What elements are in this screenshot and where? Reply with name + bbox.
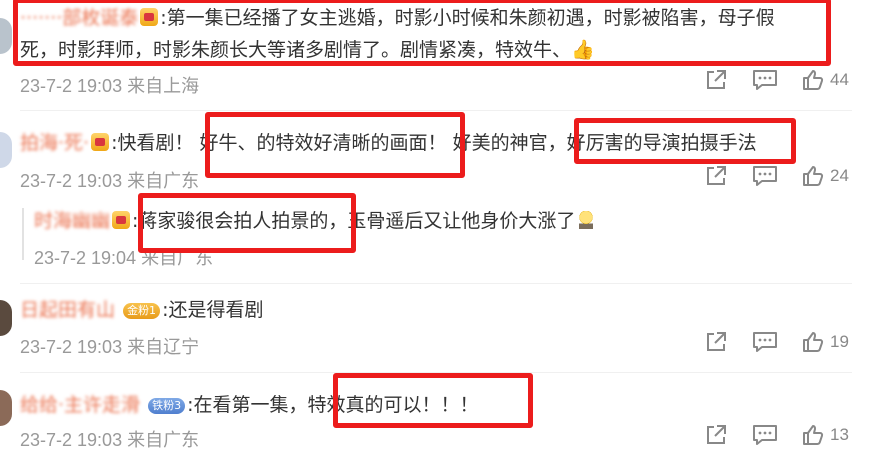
comment-text-highlighted: 好牛、的特效好清晰的画面！: [199, 132, 447, 154]
avatar[interactable]: [0, 300, 12, 336]
share-icon: [707, 70, 726, 89]
thumbs-up-icon: [803, 332, 824, 352]
timestamp: 23-7-2 19:03: [20, 171, 123, 191]
comment-text-line: 给给·主许走滑 铁粉3:在看第一集，特效真的可以！！！: [20, 393, 479, 417]
avatar[interactable]: [0, 390, 12, 426]
username[interactable]: 给给·主许走滑: [20, 394, 140, 416]
comment-text-highlighted: :蒋家骏很会拍人拍景的: [132, 210, 329, 232]
location: 来自上海: [127, 76, 200, 96]
divider: [20, 110, 852, 111]
comment-actions: 13: [704, 423, 852, 447]
timestamp: 23-7-2 19:04: [34, 248, 137, 268]
username[interactable]: 拍海·死·: [20, 132, 89, 154]
comment-meta: 23-7-2 19:03 来自广东: [20, 167, 199, 193]
timestamp: 23-7-2 19:03: [20, 430, 123, 450]
comment-actions: 24: [704, 164, 852, 188]
comment-meta: 23-7-2 19:03 来自广东: [20, 426, 199, 452]
comment-button[interactable]: [752, 68, 802, 92]
comment-actions: 19: [704, 330, 852, 354]
like-button[interactable]: 24: [802, 165, 852, 187]
avatar[interactable]: [0, 18, 12, 54]
like-count: 19: [830, 332, 849, 351]
fan-level-badge: 铁粉3: [148, 398, 186, 414]
comment-text-continued: 死，时影拜师，时影朱颜长大等诸多剧情了。剧情紧凑，特效牛、👍: [20, 39, 595, 61]
comment-text: ，玉骨遥后又让他身价大涨了: [328, 210, 576, 232]
like-count: 44: [830, 70, 849, 89]
share-icon: [707, 425, 726, 444]
timestamp: 23-7-2 19:03: [20, 76, 123, 96]
comment-text: :快看剧！: [111, 132, 194, 154]
location: 来自辽宁: [127, 337, 200, 357]
comment-icon: [753, 166, 777, 186]
divider: [20, 283, 852, 284]
comment-button[interactable]: [752, 164, 802, 188]
comment-icon: [753, 425, 777, 445]
fan-level-badge: 金粉1: [123, 303, 161, 319]
comment-actions: 44: [704, 68, 852, 92]
username[interactable]: ·······部枚诞泰: [20, 7, 138, 29]
comment-icon: [753, 332, 777, 352]
comment-button[interactable]: [752, 423, 802, 447]
comment-text: :在看第一集，: [187, 394, 308, 416]
like-button[interactable]: 44: [802, 69, 852, 91]
share-button[interactable]: [704, 423, 752, 447]
comment-text: :第一集已经播了女主逃婚，时影小时候和朱颜初遇，时影被陷害，母子假: [160, 7, 775, 29]
like-count: 24: [830, 166, 849, 185]
crown-badge-icon: [112, 211, 131, 229]
share-icon: [707, 332, 726, 351]
like-button[interactable]: 19: [802, 331, 852, 353]
comment-text: 好美的神官，: [452, 132, 567, 154]
like-button[interactable]: 13: [802, 424, 852, 446]
share-button[interactable]: [704, 330, 752, 354]
crown-badge-icon: [91, 133, 110, 151]
share-button[interactable]: [704, 68, 752, 92]
crown-badge-icon: [140, 8, 159, 26]
thumbs-up-icon: [803, 166, 824, 186]
comment-text: :还是得看剧: [162, 299, 264, 321]
username[interactable]: 时海幽幽: [34, 210, 110, 232]
divider: [20, 372, 852, 373]
comment-text-highlighted: 特效真的可以！！！: [307, 394, 479, 416]
avatar[interactable]: [0, 132, 12, 168]
location: 来自广东: [141, 248, 214, 268]
thumbs-up-icon: [803, 425, 824, 445]
share-icon: [707, 166, 726, 185]
location: 来自广东: [127, 171, 200, 191]
comment-button[interactable]: [752, 330, 802, 354]
comment-text-line-1: ·······部枚诞泰 :第一集已经播了女主逃婚，时影小时候和朱颜初遇，时影被陷害…: [20, 6, 775, 30]
timestamp: 23-7-2 19:03: [20, 337, 123, 357]
like-count: 13: [830, 425, 849, 444]
thumbs-up-icon: [803, 70, 824, 90]
lightbulb-icon: [579, 211, 594, 229]
comment-meta: 23-7-2 19:03 来自上海: [20, 72, 199, 98]
reply-meta: 23-7-2 19:04 来自广东: [34, 244, 213, 270]
share-button[interactable]: [704, 164, 752, 188]
reply-indent-bar: [22, 208, 24, 260]
comment-text-line-2: 死，时影拜师，时影朱颜长大等诸多剧情了。剧情紧凑，特效牛、👍: [20, 38, 595, 62]
comment-icon: [753, 70, 777, 90]
comment-text-line: 拍海·死· :快看剧！ 好牛、的特效好清晰的画面！ 好美的神官，好厉害的导演拍摄手…: [20, 131, 757, 155]
comment-text-line: 日起田有山 金粉1:还是得看剧: [20, 298, 263, 322]
comment-meta: 23-7-2 19:03 来自辽宁: [20, 333, 199, 359]
reply-text-line: 时海幽幽 :蒋家骏很会拍人拍景的，玉骨遥后又让他身价大涨了: [34, 209, 594, 233]
username[interactable]: 日起田有山: [20, 299, 115, 321]
location: 来自广东: [127, 430, 200, 450]
comment-text-highlighted: 好厉害的导演拍摄手法: [566, 132, 757, 154]
